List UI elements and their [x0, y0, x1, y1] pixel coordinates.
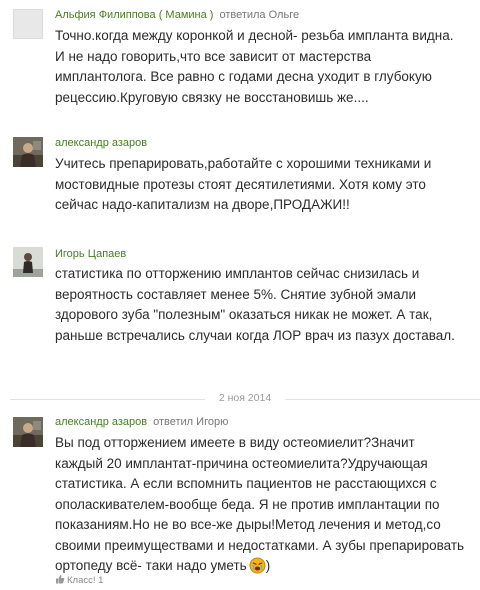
author-link[interactable]: александр азаров: [55, 416, 147, 428]
date-divider: 2 ноя 2014: [10, 392, 480, 406]
comment-text: Точно.когда между коронкой и десной- рез…: [55, 28, 454, 105]
comment-header: Альфия Филиппова ( Мамина ) ответила Ольг…: [55, 9, 299, 22]
reply-target-link[interactable]: Игорю: [196, 416, 228, 428]
reply-verb: ответила: [219, 9, 266, 21]
klass-button[interactable]: Класс! 1: [55, 574, 103, 586]
date-label: 2 ноя 2014: [218, 392, 272, 404]
klass-count: 1: [98, 575, 104, 586]
comment-text: Учитесь препарировать,работайте с хороши…: [55, 156, 432, 212]
author-link[interactable]: Альфия Филиппова ( Мамина ): [55, 9, 213, 21]
comment-text: статистика по отторжению имплантов сейча…: [55, 266, 455, 343]
comment-header: александр азаров ответил Игорю: [55, 416, 228, 429]
comment-text: Вы под отторжением имеете в виду остеоми…: [55, 433, 465, 577]
comment-header: Игорь Цапаев: [55, 248, 126, 261]
klass-label: Класс!: [67, 575, 96, 586]
comment-text-body: Вы под отторжением имеете в виду остеоми…: [55, 435, 465, 573]
comment-text-tail: ): [265, 558, 271, 573]
avatar[interactable]: [13, 247, 43, 277]
author-link[interactable]: александр азаров: [55, 137, 147, 149]
crying-smiley-icon: [249, 557, 266, 574]
avatar[interactable]: [13, 137, 43, 167]
thumbs-up-icon: [55, 574, 65, 584]
reply-target-link[interactable]: Ольге: [269, 9, 299, 21]
reply-verb: ответил: [153, 416, 194, 428]
avatar-placeholder[interactable]: [13, 9, 43, 39]
author-link[interactable]: Игорь Цапаев: [55, 248, 126, 260]
comment-header: александр азаров: [55, 137, 147, 150]
avatar[interactable]: [13, 417, 43, 447]
